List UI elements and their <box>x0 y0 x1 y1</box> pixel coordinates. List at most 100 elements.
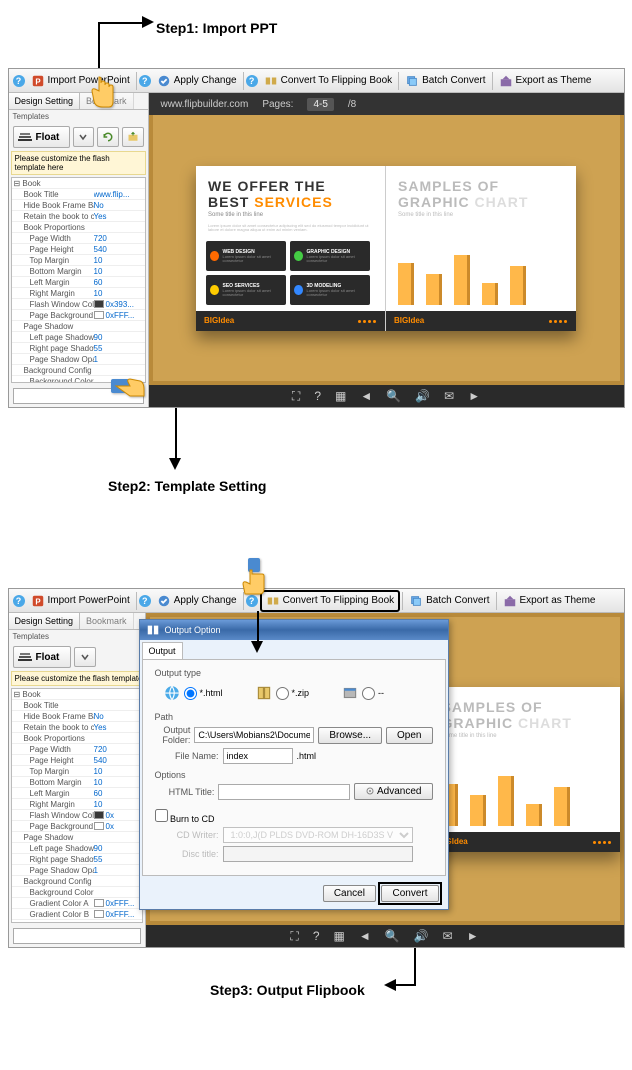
template-dropdown-button[interactable] <box>73 127 95 147</box>
prev-page-icon[interactable]: ◄ <box>360 389 372 403</box>
powerpoint-icon: P <box>31 74 45 88</box>
sound-icon[interactable]: 🔊 <box>415 389 430 403</box>
import-label: Import PowerPoint <box>48 595 130 606</box>
next-page-icon[interactable]: ► <box>467 929 479 943</box>
batch-convert-button[interactable]: Batch Convert <box>401 72 489 90</box>
templates-label: Templates <box>9 630 145 643</box>
next-page-icon[interactable]: ► <box>468 389 480 403</box>
apply-change-button[interactable]: Apply Change <box>153 72 241 90</box>
page-right: SAMPLES OFGRAPHIC CHART Some title in th… <box>386 166 576 331</box>
help-icon-2[interactable]: ? <box>139 75 151 87</box>
help-icon[interactable]: ? <box>13 75 25 87</box>
property-grid-2[interactable]: ⊟ BookBook TitleHide Book Frame BarNoRet… <box>11 688 143 923</box>
radio-exe-label: -- <box>378 688 384 698</box>
zoom-icon[interactable]: 🔍 <box>386 389 401 403</box>
zoom-icon[interactable]: 🔍 <box>385 929 400 943</box>
stack-icon <box>17 129 33 145</box>
chevron-down-icon <box>81 653 89 661</box>
property-grid[interactable]: ⊟ BookBook Titlewww.flip...Hide Book Fra… <box>11 177 146 383</box>
svg-text:P: P <box>35 597 40 606</box>
help-viewer-icon[interactable]: ? <box>314 389 321 403</box>
sound-icon[interactable]: 🔊 <box>414 929 429 943</box>
help-viewer-icon[interactable]: ? <box>313 929 320 943</box>
advanced-button[interactable]: Advanced <box>354 783 433 800</box>
file-name-input[interactable] <box>223 748 293 764</box>
export-icon <box>499 74 513 88</box>
share-icon[interactable]: ✉ <box>444 389 454 403</box>
batch-convert-button[interactable]: Batch Convert <box>405 592 493 610</box>
import-powerpoint-button[interactable]: P Import PowerPoint <box>27 592 134 610</box>
dialog-titlebar: Output Option <box>140 620 448 640</box>
prev-page-icon[interactable]: ◄ <box>359 929 371 943</box>
flipbook-preview[interactable]: WE OFFER THEBEST SERVICES Some title in … <box>196 166 576 331</box>
dialog-title-text: Output Option <box>165 625 221 635</box>
customize-hint: Please customize the flash template here <box>11 151 146 175</box>
radio-zip[interactable]: *.zip <box>255 684 310 702</box>
share-icon[interactable]: ✉ <box>443 929 453 943</box>
batch-icon <box>405 74 419 88</box>
convert-button[interactable]: Convert To Flipping Book <box>260 72 397 90</box>
help-icon[interactable]: ? <box>13 595 25 607</box>
float-text: Float <box>36 652 60 663</box>
output-option-dialog: Output Option Output Output type *.html … <box>139 619 449 910</box>
tab-design-setting[interactable]: Design Setting <box>9 93 81 109</box>
fullscreen-icon[interactable]: ⛶ <box>292 389 300 404</box>
burn-cd-checkbox[interactable]: Burn to CD <box>155 809 433 824</box>
template-float-select[interactable]: Float <box>13 126 70 148</box>
open-button[interactable]: Open <box>386 727 432 744</box>
batch-label: Batch Convert <box>426 595 489 606</box>
batch-icon <box>409 594 423 608</box>
apply-icon <box>157 74 171 88</box>
radio-html[interactable]: *.html <box>163 684 223 702</box>
help-icon-3[interactable]: ? <box>246 75 258 87</box>
cd-writer-label: CD Writer: <box>155 830 219 840</box>
thumbnails-icon[interactable]: ▦ <box>335 389 346 403</box>
page-left: WE OFFER THEBEST SERVICES Some title in … <box>196 166 386 331</box>
export-theme-button[interactable]: Export as Theme <box>499 592 600 610</box>
thumbnails-icon[interactable]: ▦ <box>334 929 345 943</box>
svg-text:P: P <box>35 77 40 86</box>
html-title-label: HTML Title: <box>155 787 215 797</box>
globe-icon <box>163 684 181 702</box>
step3-label: Step3: Output Flipbook <box>210 976 365 1004</box>
html-title-input[interactable] <box>218 784 349 800</box>
browse-button[interactable]: Browse... <box>318 727 382 744</box>
export-label: Export as Theme <box>520 595 596 606</box>
dialog-tab-output[interactable]: Output <box>142 642 183 659</box>
output-folder-input[interactable] <box>194 727 314 743</box>
step1-label: Step1: Import PPT <box>156 14 277 42</box>
stack-icon <box>17 649 33 665</box>
help-icon[interactable]: ? <box>139 595 151 607</box>
design-sidebar: Design Setting Bookmark Templates Float … <box>9 93 149 407</box>
preview-pane: www.flipbuilder.com Pages: 4-5 /8 WE OFF… <box>149 93 624 407</box>
pages-value[interactable]: 4-5 <box>307 98 333 111</box>
tab-design-setting[interactable]: Design Setting <box>9 613 81 629</box>
cd-writer-select: 1:0:0,J(D PLDS DVD-ROM DH-16D3S VD15 <box>223 827 413 843</box>
refresh-icon <box>102 131 114 143</box>
pages-label: Pages: <box>262 99 293 110</box>
apply-icon <box>157 594 171 608</box>
pointer-hand-step2 <box>111 371 149 404</box>
radio-zip-label: *.zip <box>292 688 310 698</box>
float-text: Float <box>36 132 60 143</box>
template-import-button[interactable] <box>122 127 144 147</box>
convert-button-hl[interactable]: Convert To Flipping Book <box>260 590 401 612</box>
viewer-toolbar: ⛶ ? ▦ ◄ 🔍 🔊 ✉ ► <box>149 385 624 407</box>
radio-exe[interactable]: -- <box>341 684 384 702</box>
template-dropdown-button[interactable] <box>74 647 96 667</box>
apply-change-button[interactable]: Apply Change <box>153 592 241 610</box>
pages-total: /8 <box>348 99 356 110</box>
burn-label: Burn to CD <box>170 814 215 824</box>
batch-label: Batch Convert <box>422 75 485 86</box>
step2-label: Step2: Template Setting <box>108 472 266 500</box>
path-label: Path <box>155 712 433 722</box>
convert-dialog-button[interactable]: Convert <box>381 885 438 902</box>
template-float-select[interactable]: Float <box>13 646 71 668</box>
fullscreen-icon[interactable]: ⛶ <box>290 929 298 944</box>
cancel-button[interactable]: Cancel <box>323 885 376 902</box>
import-powerpoint-button[interactable]: P Import PowerPoint <box>27 72 134 90</box>
preview-url: www.flipbuilder.com <box>161 99 249 110</box>
export-theme-button[interactable]: Export as Theme <box>495 72 596 90</box>
template-refresh-button[interactable] <box>97 127 119 147</box>
tab-bookmark[interactable]: Bookmark <box>80 613 134 629</box>
